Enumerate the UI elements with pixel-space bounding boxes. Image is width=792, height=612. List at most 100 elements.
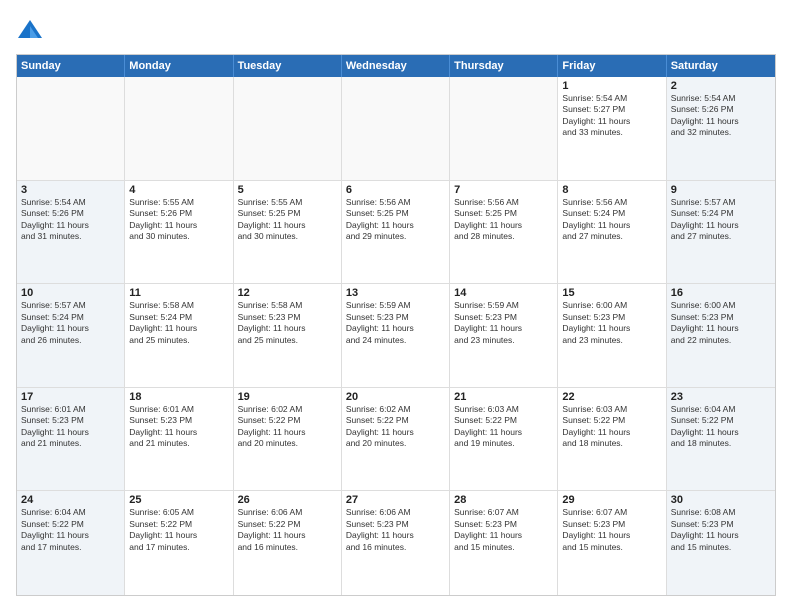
day-info: Sunrise: 5:58 AM Sunset: 5:23 PM Dayligh… bbox=[238, 300, 337, 346]
calendar-cell: 6Sunrise: 5:56 AM Sunset: 5:25 PM Daylig… bbox=[342, 181, 450, 284]
calendar-cell: 26Sunrise: 6:06 AM Sunset: 5:22 PM Dayli… bbox=[234, 491, 342, 595]
header bbox=[16, 16, 776, 44]
day-number: 2 bbox=[671, 80, 771, 92]
day-info: Sunrise: 6:01 AM Sunset: 5:23 PM Dayligh… bbox=[21, 404, 120, 450]
weekday-header: Friday bbox=[558, 55, 666, 77]
day-number: 15 bbox=[562, 287, 661, 299]
calendar-cell: 3Sunrise: 5:54 AM Sunset: 5:26 PM Daylig… bbox=[17, 181, 125, 284]
weekday-header: Saturday bbox=[667, 55, 775, 77]
day-info: Sunrise: 5:59 AM Sunset: 5:23 PM Dayligh… bbox=[454, 300, 553, 346]
weekday-header: Thursday bbox=[450, 55, 558, 77]
day-number: 23 bbox=[671, 391, 771, 403]
calendar-cell: 7Sunrise: 5:56 AM Sunset: 5:25 PM Daylig… bbox=[450, 181, 558, 284]
calendar-row: 17Sunrise: 6:01 AM Sunset: 5:23 PM Dayli… bbox=[17, 388, 775, 492]
day-number: 12 bbox=[238, 287, 337, 299]
day-info: Sunrise: 6:01 AM Sunset: 5:23 PM Dayligh… bbox=[129, 404, 228, 450]
calendar-cell: 11Sunrise: 5:58 AM Sunset: 5:24 PM Dayli… bbox=[125, 284, 233, 387]
day-number: 6 bbox=[346, 184, 445, 196]
calendar-body: 1Sunrise: 5:54 AM Sunset: 5:27 PM Daylig… bbox=[17, 77, 775, 595]
weekday-header: Monday bbox=[125, 55, 233, 77]
calendar-cell bbox=[234, 77, 342, 180]
day-info: Sunrise: 6:07 AM Sunset: 5:23 PM Dayligh… bbox=[454, 507, 553, 553]
day-number: 7 bbox=[454, 184, 553, 196]
day-number: 4 bbox=[129, 184, 228, 196]
calendar-cell: 15Sunrise: 6:00 AM Sunset: 5:23 PM Dayli… bbox=[558, 284, 666, 387]
calendar-cell: 28Sunrise: 6:07 AM Sunset: 5:23 PM Dayli… bbox=[450, 491, 558, 595]
day-number: 19 bbox=[238, 391, 337, 403]
day-number: 21 bbox=[454, 391, 553, 403]
day-number: 18 bbox=[129, 391, 228, 403]
calendar-cell bbox=[342, 77, 450, 180]
calendar-cell bbox=[125, 77, 233, 180]
day-number: 11 bbox=[129, 287, 228, 299]
day-info: Sunrise: 5:56 AM Sunset: 5:25 PM Dayligh… bbox=[346, 197, 445, 243]
day-number: 24 bbox=[21, 494, 120, 506]
day-info: Sunrise: 5:56 AM Sunset: 5:24 PM Dayligh… bbox=[562, 197, 661, 243]
calendar-cell: 17Sunrise: 6:01 AM Sunset: 5:23 PM Dayli… bbox=[17, 388, 125, 491]
calendar-cell: 14Sunrise: 5:59 AM Sunset: 5:23 PM Dayli… bbox=[450, 284, 558, 387]
calendar-cell: 19Sunrise: 6:02 AM Sunset: 5:22 PM Dayli… bbox=[234, 388, 342, 491]
calendar-cell: 27Sunrise: 6:06 AM Sunset: 5:23 PM Dayli… bbox=[342, 491, 450, 595]
calendar-cell: 18Sunrise: 6:01 AM Sunset: 5:23 PM Dayli… bbox=[125, 388, 233, 491]
calendar-cell: 12Sunrise: 5:58 AM Sunset: 5:23 PM Dayli… bbox=[234, 284, 342, 387]
calendar-cell: 13Sunrise: 5:59 AM Sunset: 5:23 PM Dayli… bbox=[342, 284, 450, 387]
day-number: 3 bbox=[21, 184, 120, 196]
day-info: Sunrise: 5:54 AM Sunset: 5:26 PM Dayligh… bbox=[21, 197, 120, 243]
day-number: 17 bbox=[21, 391, 120, 403]
calendar-row: 24Sunrise: 6:04 AM Sunset: 5:22 PM Dayli… bbox=[17, 491, 775, 595]
day-info: Sunrise: 5:57 AM Sunset: 5:24 PM Dayligh… bbox=[21, 300, 120, 346]
calendar-cell bbox=[17, 77, 125, 180]
day-number: 10 bbox=[21, 287, 120, 299]
day-info: Sunrise: 6:00 AM Sunset: 5:23 PM Dayligh… bbox=[562, 300, 661, 346]
calendar-cell: 5Sunrise: 5:55 AM Sunset: 5:25 PM Daylig… bbox=[234, 181, 342, 284]
day-info: Sunrise: 5:59 AM Sunset: 5:23 PM Dayligh… bbox=[346, 300, 445, 346]
page: SundayMondayTuesdayWednesdayThursdayFrid… bbox=[0, 0, 792, 612]
calendar-cell: 4Sunrise: 5:55 AM Sunset: 5:26 PM Daylig… bbox=[125, 181, 233, 284]
calendar-cell bbox=[450, 77, 558, 180]
weekday-header: Wednesday bbox=[342, 55, 450, 77]
calendar-cell: 8Sunrise: 5:56 AM Sunset: 5:24 PM Daylig… bbox=[558, 181, 666, 284]
day-info: Sunrise: 5:56 AM Sunset: 5:25 PM Dayligh… bbox=[454, 197, 553, 243]
calendar-cell: 23Sunrise: 6:04 AM Sunset: 5:22 PM Dayli… bbox=[667, 388, 775, 491]
calendar-cell: 1Sunrise: 5:54 AM Sunset: 5:27 PM Daylig… bbox=[558, 77, 666, 180]
day-info: Sunrise: 5:55 AM Sunset: 5:25 PM Dayligh… bbox=[238, 197, 337, 243]
day-number: 28 bbox=[454, 494, 553, 506]
day-info: Sunrise: 6:06 AM Sunset: 5:23 PM Dayligh… bbox=[346, 507, 445, 553]
calendar-cell: 30Sunrise: 6:08 AM Sunset: 5:23 PM Dayli… bbox=[667, 491, 775, 595]
day-number: 13 bbox=[346, 287, 445, 299]
day-info: Sunrise: 6:00 AM Sunset: 5:23 PM Dayligh… bbox=[671, 300, 771, 346]
calendar-cell: 21Sunrise: 6:03 AM Sunset: 5:22 PM Dayli… bbox=[450, 388, 558, 491]
day-info: Sunrise: 5:55 AM Sunset: 5:26 PM Dayligh… bbox=[129, 197, 228, 243]
calendar-cell: 29Sunrise: 6:07 AM Sunset: 5:23 PM Dayli… bbox=[558, 491, 666, 595]
day-info: Sunrise: 5:54 AM Sunset: 5:26 PM Dayligh… bbox=[671, 93, 771, 139]
day-info: Sunrise: 5:57 AM Sunset: 5:24 PM Dayligh… bbox=[671, 197, 771, 243]
day-number: 30 bbox=[671, 494, 771, 506]
day-number: 20 bbox=[346, 391, 445, 403]
calendar-row: 10Sunrise: 5:57 AM Sunset: 5:24 PM Dayli… bbox=[17, 284, 775, 388]
day-number: 27 bbox=[346, 494, 445, 506]
calendar-cell: 22Sunrise: 6:03 AM Sunset: 5:22 PM Dayli… bbox=[558, 388, 666, 491]
logo bbox=[16, 16, 48, 44]
calendar-cell: 25Sunrise: 6:05 AM Sunset: 5:22 PM Dayli… bbox=[125, 491, 233, 595]
day-info: Sunrise: 5:54 AM Sunset: 5:27 PM Dayligh… bbox=[562, 93, 661, 139]
calendar-row: 1Sunrise: 5:54 AM Sunset: 5:27 PM Daylig… bbox=[17, 77, 775, 181]
calendar-cell: 20Sunrise: 6:02 AM Sunset: 5:22 PM Dayli… bbox=[342, 388, 450, 491]
day-info: Sunrise: 6:03 AM Sunset: 5:22 PM Dayligh… bbox=[562, 404, 661, 450]
day-number: 26 bbox=[238, 494, 337, 506]
day-info: Sunrise: 6:05 AM Sunset: 5:22 PM Dayligh… bbox=[129, 507, 228, 553]
day-number: 29 bbox=[562, 494, 661, 506]
day-number: 14 bbox=[454, 287, 553, 299]
day-number: 22 bbox=[562, 391, 661, 403]
calendar-header: SundayMondayTuesdayWednesdayThursdayFrid… bbox=[17, 55, 775, 77]
weekday-header: Sunday bbox=[17, 55, 125, 77]
calendar-cell: 2Sunrise: 5:54 AM Sunset: 5:26 PM Daylig… bbox=[667, 77, 775, 180]
calendar-cell: 16Sunrise: 6:00 AM Sunset: 5:23 PM Dayli… bbox=[667, 284, 775, 387]
day-number: 16 bbox=[671, 287, 771, 299]
day-info: Sunrise: 5:58 AM Sunset: 5:24 PM Dayligh… bbox=[129, 300, 228, 346]
day-info: Sunrise: 6:02 AM Sunset: 5:22 PM Dayligh… bbox=[238, 404, 337, 450]
logo-icon bbox=[16, 16, 44, 44]
calendar: SundayMondayTuesdayWednesdayThursdayFrid… bbox=[16, 54, 776, 596]
day-number: 9 bbox=[671, 184, 771, 196]
day-info: Sunrise: 6:03 AM Sunset: 5:22 PM Dayligh… bbox=[454, 404, 553, 450]
day-info: Sunrise: 6:06 AM Sunset: 5:22 PM Dayligh… bbox=[238, 507, 337, 553]
